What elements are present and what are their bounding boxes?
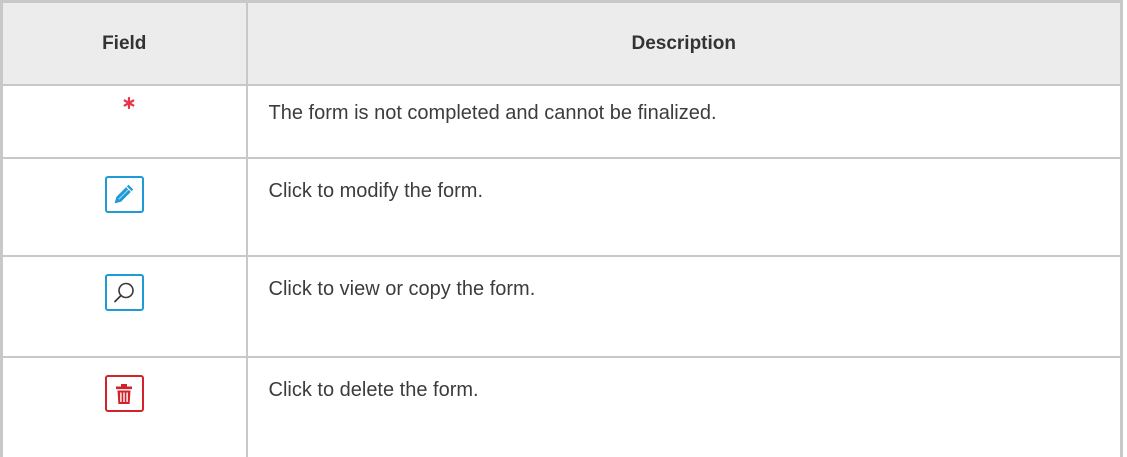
magnifier-icon [114,282,135,303]
field-cell [1,357,248,457]
table-row: Click to view or copy the form. [1,256,1122,359]
description-column-header: Description [246,1,1122,86]
field-column-header: Field [1,1,248,86]
description-cell: Click to modify the form. [246,157,1122,258]
view-button[interactable] [104,274,144,312]
field-cell [1,256,248,359]
description-cell: Click to delete the form. [247,357,1122,457]
fields-description-table: Field Description The form is not comple… [0,0,1123,457]
row-description: The form is not completed and cannot be … [268,102,717,124]
table-header-row: Field Description [1,1,1122,86]
table-row: Click to modify the form. [1,157,1122,258]
table-row: Click to delete the form. [1,357,1122,457]
edit-button[interactable] [104,175,144,213]
field-cell [1,85,248,159]
row-description: Click to delete the form. [268,379,479,402]
description-cell: The form is not completed and cannot be … [246,85,1122,159]
row-description: Click to view or copy the form. [268,278,536,301]
table-row: The form is not completed and cannot be … [1,85,1122,159]
trash-icon [116,383,133,404]
description-cell: Click to view or copy the form. [246,256,1122,359]
pencil-icon [114,184,134,204]
asterisk-icon [122,96,136,110]
delete-button[interactable] [104,375,144,413]
row-description: Click to modify the form. [268,179,484,202]
field-cell [1,157,248,258]
